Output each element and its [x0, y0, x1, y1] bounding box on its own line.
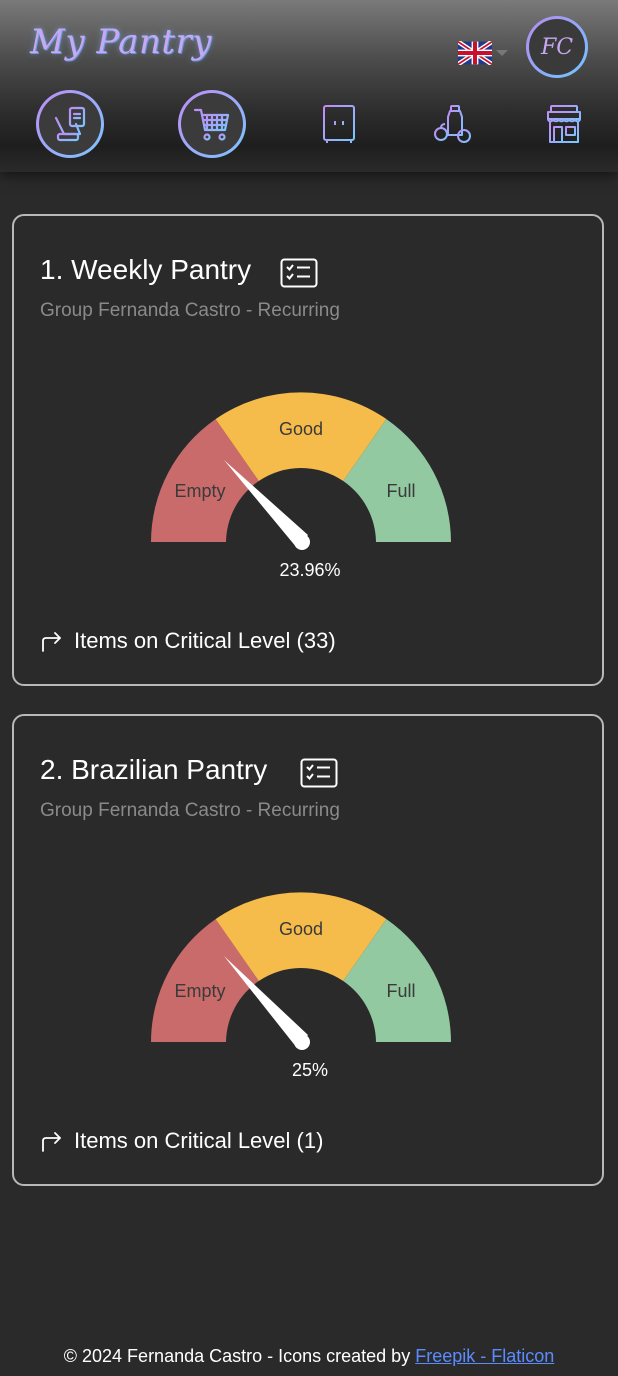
- footer-text: © 2024 Fernanda Castro - Icons created b…: [63, 1346, 416, 1366]
- gauge-label-good: Good: [279, 419, 323, 439]
- critical-items-link[interactable]: Items on Critical Level (1): [40, 1128, 323, 1154]
- checklist-icon: [280, 258, 318, 288]
- pantry-card: 2. Brazilian Pantry Group Fernanda Castr…: [12, 714, 604, 1186]
- shopping-cart-icon: [193, 108, 230, 141]
- cleaning-cart-icon: [54, 106, 86, 142]
- gauge-label-empty: Empty: [174, 481, 225, 501]
- checklist-button[interactable]: [280, 258, 318, 288]
- pantry-subtitle: Group Fernanda Castro - Recurring: [40, 800, 340, 821]
- chevron-down-icon: [496, 50, 508, 56]
- pantry-title[interactable]: 1. Weekly Pantry: [40, 254, 251, 286]
- gauge-label-empty: Empty: [174, 981, 225, 1001]
- gauge-label-good: Good: [279, 919, 323, 939]
- groceries-icon: [434, 105, 471, 143]
- flaticon-link[interactable]: Freepik - Flaticon: [415, 1346, 554, 1366]
- gauge-value: 25%: [291, 1060, 329, 1080]
- pantry-level-gauge: Empty Good Full: [151, 892, 451, 1050]
- checklist-button[interactable]: [300, 758, 338, 788]
- gauge-value: 23.96%: [279, 560, 341, 580]
- page-footer: © 2024 Fernanda Castro - Icons created b…: [0, 1346, 618, 1367]
- redirect-arrow-icon: [42, 1132, 61, 1152]
- pantry-subtitle: Group Fernanda Castro - Recurring: [40, 300, 340, 321]
- nav-cleaning-button[interactable]: [36, 90, 104, 158]
- pantry-title[interactable]: 2. Brazilian Pantry: [40, 754, 267, 786]
- nav-pantry-button[interactable]: [305, 90, 373, 158]
- pantry-card: 1. Weekly Pantry Group Fernanda Castro -…: [12, 214, 604, 686]
- app-header: My Pantry FC: [0, 0, 618, 172]
- gauge-label-full: Full: [386, 481, 415, 501]
- language-selector[interactable]: [458, 40, 510, 66]
- pantry-cabinet-icon: [323, 105, 355, 143]
- avatar-initials: FC: [529, 19, 585, 75]
- uk-flag-icon: [458, 41, 492, 65]
- app-title[interactable]: My Pantry: [30, 22, 212, 62]
- nav-groceries-button[interactable]: [418, 90, 486, 158]
- nav-shopping-button[interactable]: [178, 90, 246, 158]
- nav-store-button[interactable]: [530, 90, 598, 158]
- critical-items-label: Items on Critical Level (33): [74, 628, 336, 653]
- user-avatar[interactable]: FC: [526, 16, 588, 78]
- redirect-arrow-icon: [42, 632, 61, 652]
- pantry-level-gauge: Empty Good Full: [151, 392, 451, 550]
- critical-items-link[interactable]: Items on Critical Level (33): [40, 628, 336, 654]
- gauge-label-full: Full: [386, 981, 415, 1001]
- critical-items-label: Items on Critical Level (1): [74, 1128, 324, 1153]
- checklist-icon: [300, 758, 338, 788]
- store-icon: [547, 105, 581, 143]
